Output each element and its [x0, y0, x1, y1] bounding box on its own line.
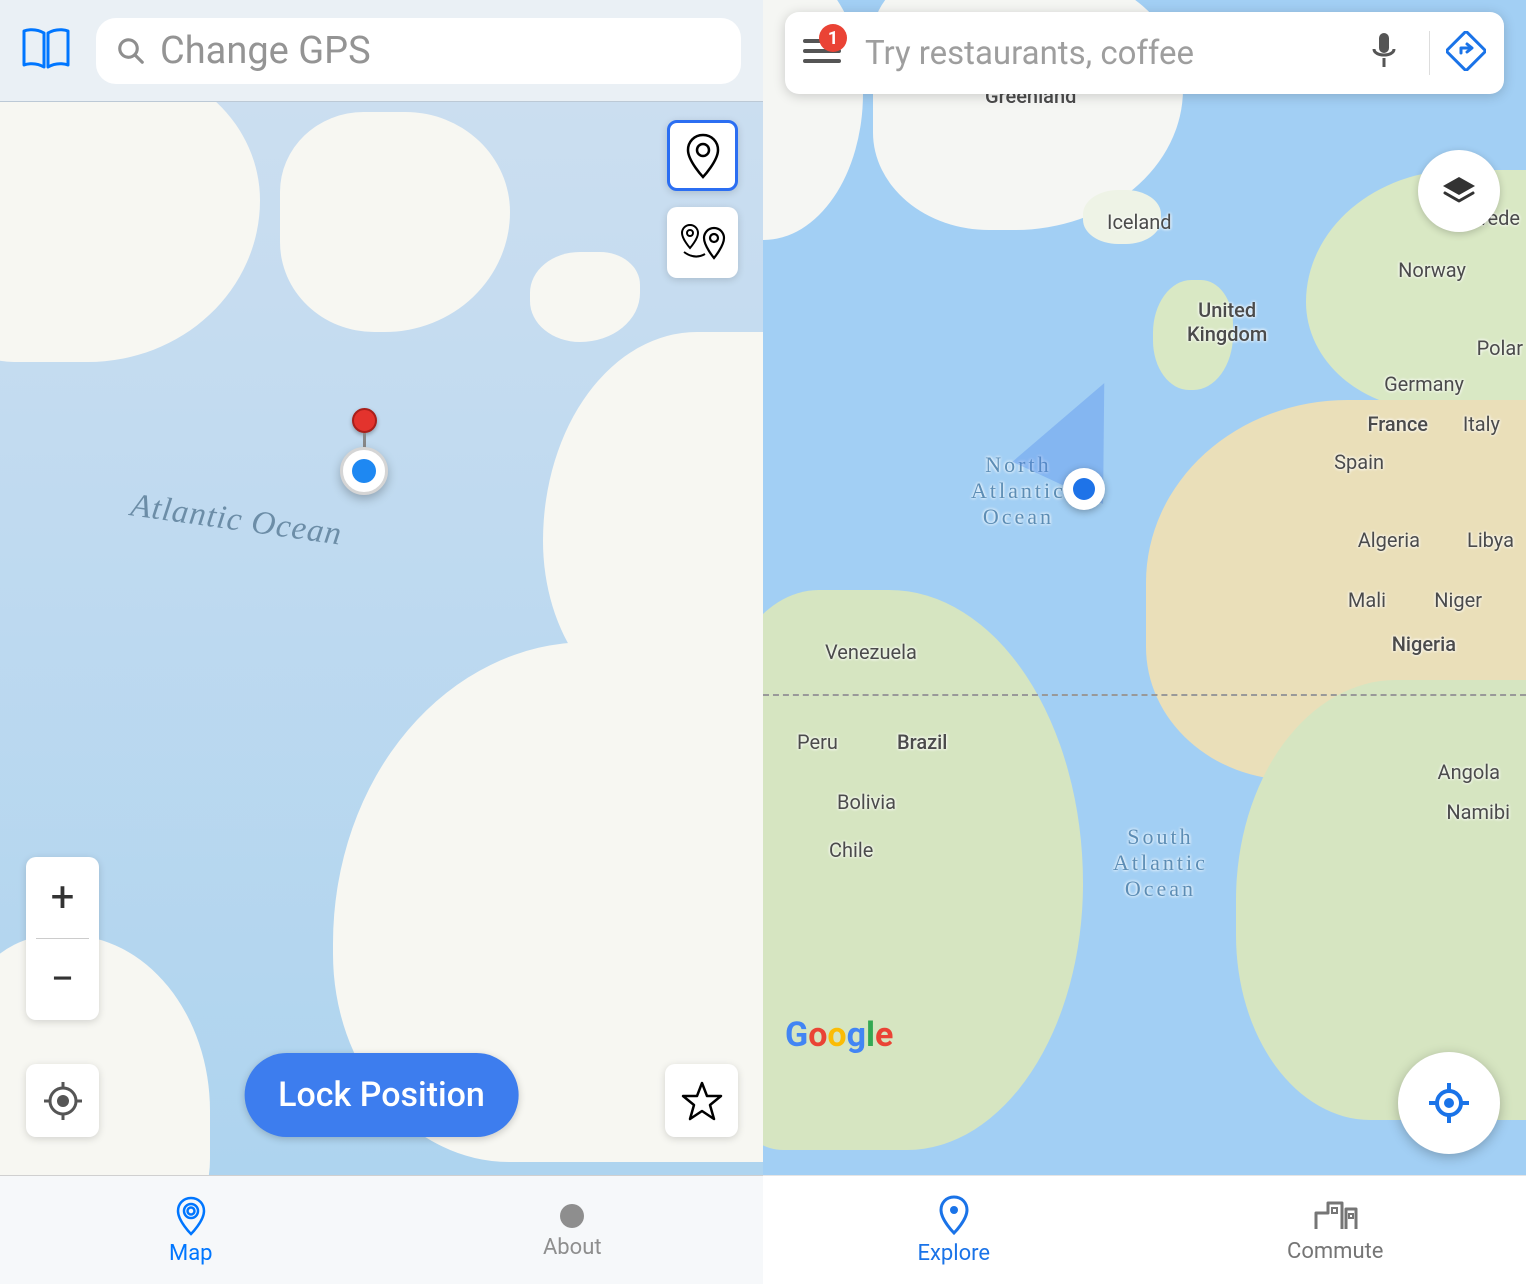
map-pin-icon [170, 1195, 212, 1237]
voice-search-button[interactable] [1369, 31, 1399, 75]
gps-changer-app: Change GPS Atlantic Ocean + [0, 0, 763, 1284]
label-iceland: Iceland [1107, 210, 1172, 234]
label-niger: Niger [1434, 588, 1482, 612]
target-icon [1426, 1080, 1472, 1126]
location-dot [340, 447, 388, 495]
directions-icon [1446, 31, 1486, 71]
land-shape [280, 112, 510, 332]
layers-icon [1439, 171, 1479, 211]
label-germany: Germany [1384, 372, 1464, 396]
label-poland: Polar [1477, 336, 1523, 360]
my-location-button[interactable] [1398, 1052, 1500, 1154]
label-venezuela: Venezuela [825, 640, 917, 664]
zoom-control: + − [26, 857, 99, 1020]
label-nigeria: Nigeria [1392, 632, 1456, 656]
pin-head-icon [352, 408, 377, 433]
google-bottom-bar: Explore Commute [763, 1175, 1526, 1284]
tab-about[interactable]: About [382, 1176, 764, 1284]
menu-button[interactable]: 1 [803, 36, 841, 70]
tab-label: Explore [917, 1241, 990, 1266]
tab-label: Commute [1287, 1239, 1383, 1264]
current-location-dot[interactable] [1063, 468, 1105, 510]
current-location-pin[interactable] [340, 408, 388, 495]
label-uk: United Kingdom [1187, 298, 1267, 346]
label-chile: Chile [829, 838, 873, 862]
commute-icon [1312, 1197, 1358, 1233]
left-header: Change GPS [0, 0, 763, 102]
label-south-atlantic: South Atlantic Ocean [1113, 824, 1208, 902]
label-spain: Spain [1334, 450, 1384, 474]
label-algeria: Algeria [1358, 528, 1420, 552]
label-norway: Norway [1398, 258, 1466, 282]
multi-pin-mode-button[interactable] [667, 207, 738, 278]
left-map-canvas[interactable]: Atlantic Ocean + − Lock Position [0, 102, 763, 1175]
ocean-label: Atlantic Ocean [128, 487, 344, 553]
label-bolivia: Bolivia [837, 790, 896, 814]
divider [1429, 31, 1430, 75]
recenter-button[interactable] [26, 1064, 99, 1137]
favorite-button[interactable] [665, 1064, 738, 1137]
zoom-out-button[interactable]: − [26, 939, 99, 1020]
search-placeholder: Change GPS [160, 29, 371, 73]
google-logo: Google [785, 1015, 893, 1055]
explore-pin-icon [936, 1195, 972, 1235]
label-italy: Italy [1463, 412, 1500, 436]
label-namibia: Namibi [1446, 800, 1510, 824]
tab-label: Map [169, 1241, 213, 1266]
tab-map[interactable]: Map [0, 1176, 382, 1284]
tab-label: About [543, 1235, 602, 1260]
microphone-icon [1369, 31, 1399, 71]
label-brazil: Brazil [897, 730, 947, 754]
tab-explore[interactable]: Explore [763, 1176, 1145, 1284]
lock-position-button[interactable]: Lock Position [244, 1053, 519, 1137]
layers-button[interactable] [1418, 150, 1500, 232]
equator-line [763, 694, 1526, 696]
google-map-canvas[interactable]: Greenland Iceland Swede Norway United Ki… [763, 0, 1526, 1175]
land-south-america [763, 590, 1083, 1150]
google-maps-app: Greenland Iceland Swede Norway United Ki… [763, 0, 1526, 1284]
land-shape [0, 102, 260, 362]
label-angola: Angola [1438, 760, 1500, 784]
book-icon [20, 21, 76, 77]
search-icon [116, 36, 146, 66]
notification-badge: 1 [819, 24, 847, 52]
search-field[interactable]: Change GPS [96, 18, 741, 84]
tab-commute[interactable]: Commute [1145, 1176, 1526, 1284]
left-tab-bar: Map About [0, 1175, 763, 1284]
crosshair-icon [43, 1081, 83, 1121]
land-shape [530, 252, 640, 342]
label-libya: Libya [1467, 528, 1514, 552]
zoom-in-button[interactable]: + [26, 857, 99, 938]
single-pin-mode-button[interactable] [667, 120, 738, 191]
pin-icon [684, 133, 722, 179]
dot-icon [557, 1201, 587, 1231]
location-dot-outer [1063, 468, 1105, 510]
search-input[interactable]: Try restaurants, coffee [865, 34, 1369, 73]
label-peru: Peru [797, 730, 838, 754]
directions-button[interactable] [1446, 31, 1486, 75]
label-france: France [1367, 412, 1428, 436]
bookmarks-button[interactable] [20, 21, 76, 81]
star-icon [681, 1080, 723, 1122]
google-search-bar: 1 Try restaurants, coffee [785, 12, 1504, 94]
route-pins-icon [677, 222, 729, 264]
label-mali: Mali [1348, 588, 1386, 612]
